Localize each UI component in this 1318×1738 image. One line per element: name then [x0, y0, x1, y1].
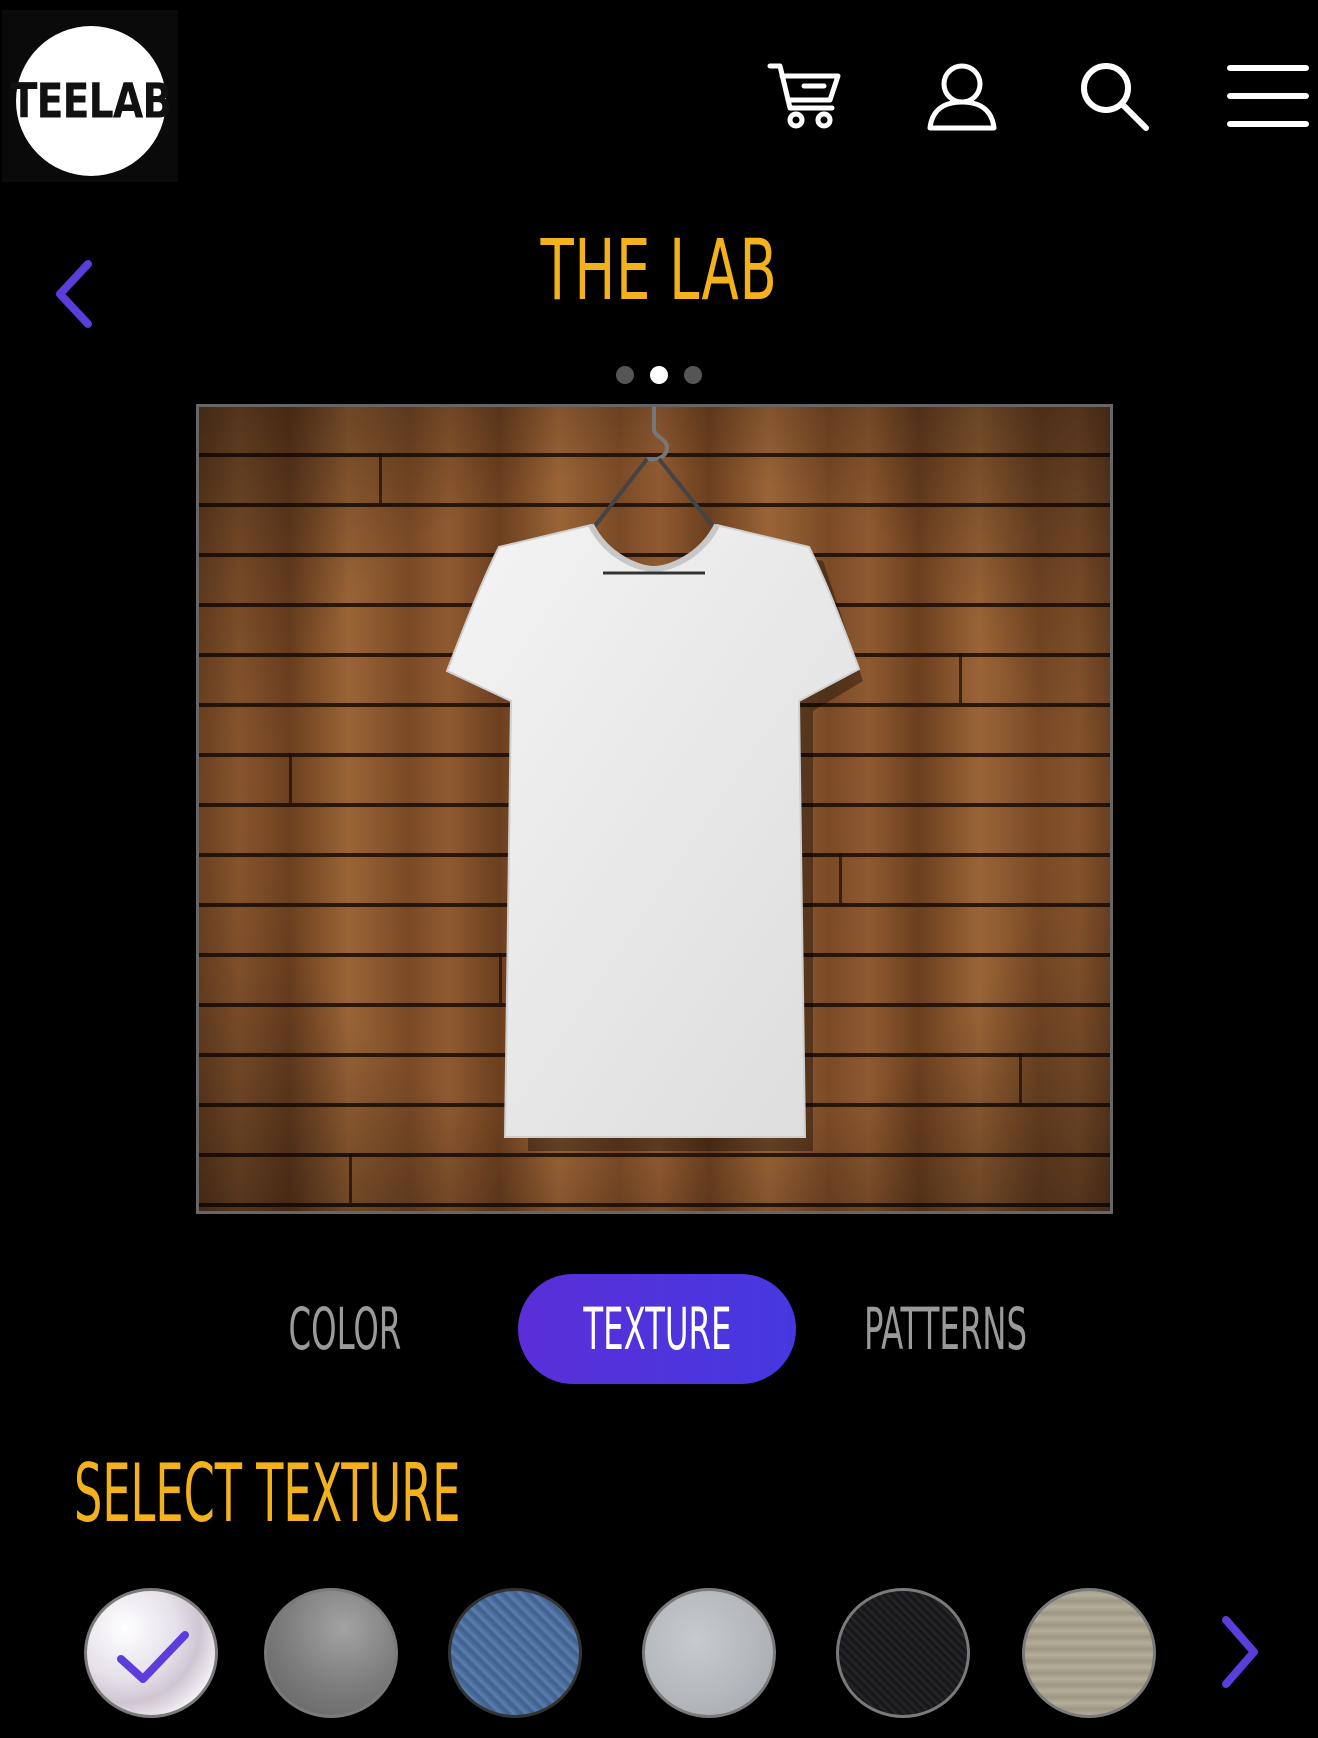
- texture-swatch-knit-gray[interactable]: [264, 1588, 398, 1718]
- tab-color[interactable]: COLOR: [250, 1274, 440, 1384]
- texture-swatch-waffle-beige[interactable]: [1022, 1588, 1156, 1718]
- carousel-dot[interactable]: [684, 366, 702, 384]
- search-icon[interactable]: [1074, 56, 1154, 136]
- brand-logo[interactable]: TEELAB: [2, 10, 178, 182]
- tab-patterns-label: PATTERNS: [863, 1295, 1027, 1363]
- tab-texture[interactable]: TEXTURE: [518, 1274, 796, 1384]
- logo-badge: TEELAB: [10, 26, 173, 176]
- logo-text: TEELAB: [10, 72, 172, 130]
- texture-swatch-denim-black[interactable]: [836, 1588, 970, 1718]
- tshirt-image: [199, 407, 1110, 1211]
- user-icon[interactable]: [922, 56, 1002, 136]
- tab-color-label: COLOR: [288, 1295, 402, 1363]
- back-arrow-icon[interactable]: [50, 258, 100, 330]
- menu-icon[interactable]: [1226, 56, 1310, 136]
- checkmark-icon: [117, 1631, 189, 1683]
- page-title: THE LAB: [540, 221, 778, 319]
- product-preview-image: [196, 404, 1113, 1214]
- texture-swatch-satin[interactable]: [84, 1588, 218, 1718]
- cart-icon[interactable]: [764, 56, 844, 136]
- next-arrow-icon[interactable]: [1214, 1612, 1264, 1692]
- section-title: SELECT TEXTURE: [74, 1447, 461, 1540]
- carousel-indicator: [0, 366, 1318, 384]
- tab-texture-label: TEXTURE: [582, 1295, 732, 1363]
- texture-swatch-denim-blue[interactable]: [448, 1588, 582, 1718]
- tab-patterns[interactable]: PATTERNS: [820, 1274, 1070, 1384]
- texture-swatch-heather-light[interactable]: [642, 1588, 776, 1718]
- carousel-dot-active[interactable]: [650, 366, 668, 384]
- carousel-dot[interactable]: [616, 366, 634, 384]
